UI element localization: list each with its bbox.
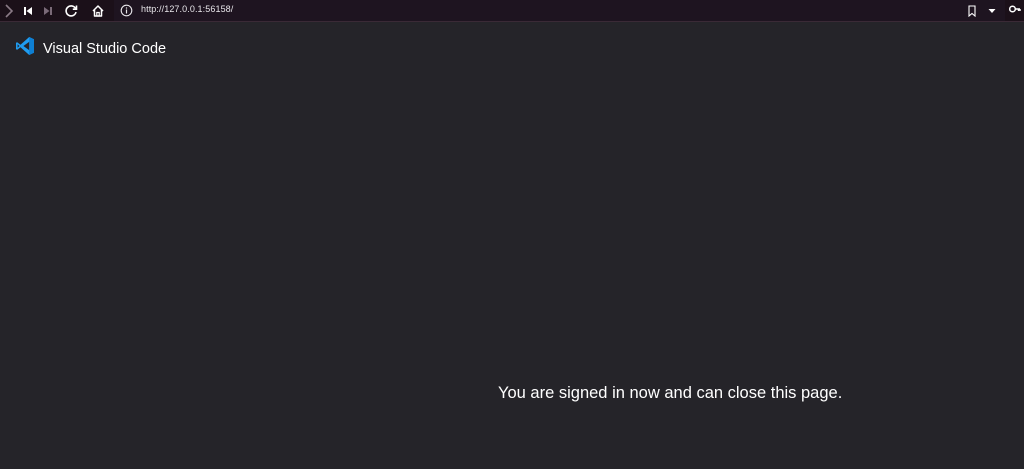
- address-bar[interactable]: http://127.0.0.1:56158/: [114, 0, 1005, 21]
- reload-button[interactable]: [62, 2, 80, 20]
- back-button[interactable]: [19, 2, 37, 20]
- skip-back-icon: [23, 6, 33, 16]
- caret-down-icon: [988, 8, 996, 14]
- home-button[interactable]: [89, 2, 107, 20]
- reload-icon: [64, 4, 78, 18]
- search-button[interactable]: [1005, 0, 1024, 21]
- home-icon: [91, 4, 105, 18]
- skip-forward-icon: [43, 6, 53, 16]
- page-content: Visual Studio Code You are signed in now…: [0, 22, 1024, 469]
- signed-in-message: You are signed in now and can close this…: [498, 384, 843, 402]
- vscode-logo-icon: [15, 36, 35, 61]
- url-text[interactable]: http://127.0.0.1:56158/: [141, 4, 233, 14]
- bookmark-button[interactable]: [963, 2, 981, 20]
- dropdown-button[interactable]: [983, 2, 1001, 20]
- search-key-icon: [1008, 2, 1024, 20]
- brand-header: Visual Studio Code: [15, 36, 166, 61]
- forward-button[interactable]: [39, 2, 57, 20]
- info-icon[interactable]: [120, 4, 133, 17]
- brand-title: Visual Studio Code: [43, 40, 167, 57]
- browser-toolbar: http://127.0.0.1:56158/: [0, 0, 1024, 22]
- bookmark-icon: [967, 5, 977, 17]
- chevron-right-icon[interactable]: [0, 2, 18, 20]
